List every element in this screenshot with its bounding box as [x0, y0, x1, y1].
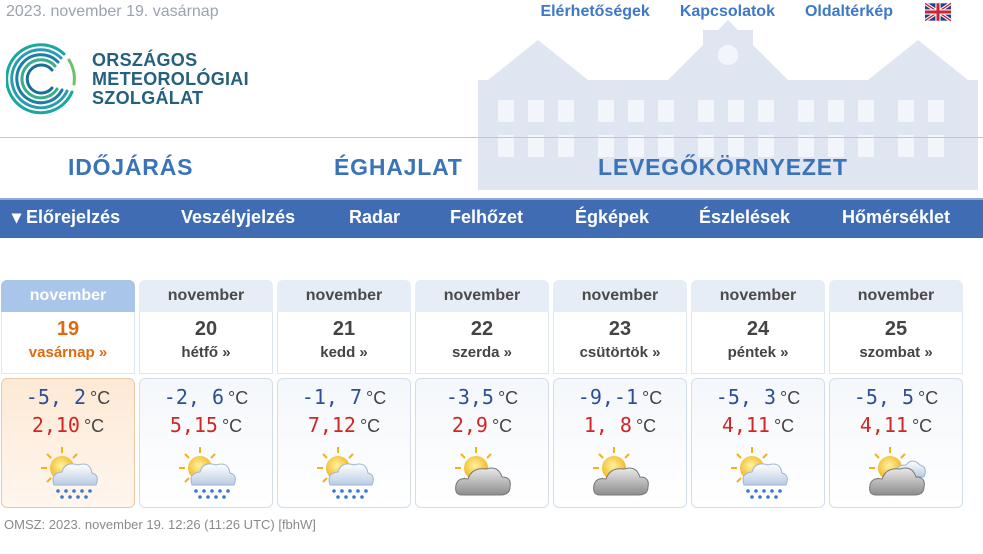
forecast-day: november 20 hétfő » -2, 6 °C 5,15 °C	[139, 280, 273, 508]
forecast-month[interactable]: november	[139, 280, 273, 312]
forecast-card[interactable]: -9,-1 °C 1, 8 °C	[553, 378, 687, 508]
forecast-day-number: 19	[56, 318, 80, 340]
forecast-day: november 19 vasárnap » -5, 2 °C 2,10 °C	[1, 280, 135, 508]
site-header: 2023. november 19. vasárnap Elérhetősége…	[0, 0, 983, 190]
forecast-weekday-link[interactable]: vasárnap »	[2, 344, 134, 361]
sun-cloud-rain-icon	[38, 445, 100, 501]
main-nav: IDŐJÁRÁS ÉGHAJLAT LEVEGŐKÖRNYEZET	[0, 150, 983, 190]
forecast-card[interactable]: -5, 3 °C 4,11 °C	[691, 378, 825, 508]
forecast-day: november 23 csütörtök » -9,-1 °C 1, 8 °C	[553, 280, 687, 508]
min-temp: -9,-1 °C	[577, 385, 663, 409]
current-date: 2023. november 19. vasárnap	[6, 3, 219, 20]
forecast-weekday-link[interactable]: szerda »	[416, 344, 548, 361]
forecast-weekday-link[interactable]: kedd »	[278, 344, 410, 361]
sun-cloud-icon	[452, 445, 514, 501]
english-flag-icon[interactable]	[925, 2, 951, 22]
min-temp: -3,5 °C	[445, 385, 519, 409]
max-temp: 5,15 °C	[169, 413, 243, 437]
relations-link[interactable]: Kapcsolatok	[680, 3, 775, 21]
sub-nav: ▾ Előrejelzés Veszélyjelzés Radar Felhőz…	[0, 198, 983, 238]
forecast-day-number: 24	[746, 318, 770, 340]
min-temp: -5, 3 °C	[715, 385, 801, 409]
nav-weather[interactable]: IDŐJÁRÁS	[68, 154, 193, 181]
forecast-date[interactable]: 24 péntek »	[691, 312, 825, 374]
forecast-day-number: 25	[884, 318, 908, 340]
sub-nav-warnings[interactable]: Veszélyjelzés	[181, 207, 295, 228]
top-links: Elérhetőségek Kapcsolatok Oldaltérkép	[510, 2, 983, 22]
min-temp: -5, 2 °C	[25, 385, 111, 409]
max-temp: 4,11 °C	[721, 413, 795, 437]
sub-nav-observations[interactable]: Észlelések	[699, 207, 790, 228]
max-temp: 1, 8 °C	[583, 413, 657, 437]
forecast-card[interactable]: -3,5 °C 2,9 °C	[415, 378, 549, 508]
forecast-date[interactable]: 22 szerda »	[415, 312, 549, 374]
forecast-month[interactable]: november	[829, 280, 963, 312]
contacts-link[interactable]: Elérhetőségek	[540, 3, 649, 21]
forecast-date[interactable]: 25 szombat »	[829, 312, 963, 374]
forecast-day: november 21 kedd » -1, 7 °C 7,12 °C	[277, 280, 411, 508]
max-temp: 7,12 °C	[307, 413, 381, 437]
logo-text: ORSZÁGOS METEOROLÓGIAI SZOLGÁLAT	[92, 49, 249, 108]
forecast-card[interactable]: -5, 5 °C 4,11 °C	[829, 378, 963, 508]
omsz-logo-icon	[6, 43, 76, 115]
sun-cloud-rain-icon	[314, 445, 376, 501]
issue-timestamp: OMSZ: 2023. november 19. 12:26 (11:26 UT…	[4, 517, 316, 532]
forecast-month[interactable]: november	[553, 280, 687, 312]
forecast-day: november 22 szerda » -3,5 °C 2,9 °C	[415, 280, 549, 508]
forecast-card[interactable]: -2, 6 °C 5,15 °C	[139, 378, 273, 508]
min-temp: -2, 6 °C	[163, 385, 249, 409]
forecast-day: november 24 péntek » -5, 3 °C 4,11 °C	[691, 280, 825, 508]
forecast-date[interactable]: 23 csütörtök »	[553, 312, 687, 374]
max-temp: 2,10 °C	[31, 413, 105, 437]
forecast-card[interactable]: -5, 2 °C 2,10 °C	[1, 378, 135, 508]
sun-cloud-rain-icon	[728, 445, 790, 501]
forecast-weekday-link[interactable]: csütörtök »	[554, 344, 686, 361]
sun-cloud-rain-icon	[176, 445, 238, 501]
header-divider	[0, 137, 983, 138]
forecast-day-number: 23	[608, 318, 632, 340]
forecast-month[interactable]: november	[415, 280, 549, 312]
nav-climate[interactable]: ÉGHAJLAT	[334, 154, 463, 181]
forecast-weekday-link[interactable]: szombat »	[830, 344, 962, 361]
forecast-weekday-link[interactable]: hétfő »	[140, 344, 272, 361]
min-temp: -1, 7 °C	[301, 385, 387, 409]
forecast-month[interactable]: november	[277, 280, 411, 312]
forecast-day-number: 21	[332, 318, 356, 340]
forecast-day-number: 22	[470, 318, 494, 340]
max-temp: 4,11 °C	[859, 413, 933, 437]
sub-nav-forecast[interactable]: ▾ Előrejelzés	[12, 207, 120, 228]
sun-cloud-icon	[590, 445, 652, 501]
forecast-day-number: 20	[194, 318, 218, 340]
max-temp: 2,9 °C	[451, 413, 513, 437]
min-temp: -5, 5 °C	[853, 385, 939, 409]
sitemap-link[interactable]: Oldaltérkép	[805, 3, 893, 21]
sub-nav-sky-images[interactable]: Égképek	[575, 207, 649, 228]
forecast-date[interactable]: 20 hétfő »	[139, 312, 273, 374]
sub-nav-temperature[interactable]: Hőmérséklet	[842, 207, 950, 228]
forecast-month[interactable]: november	[1, 280, 135, 312]
nav-air-quality[interactable]: LEVEGŐKÖRNYEZET	[598, 154, 848, 181]
forecast-card[interactable]: -1, 7 °C 7,12 °C	[277, 378, 411, 508]
forecast-date[interactable]: 21 kedd »	[277, 312, 411, 374]
forecast-date[interactable]: 19 vasárnap »	[1, 312, 135, 374]
sub-nav-radar[interactable]: Radar	[349, 207, 400, 228]
forecast-weekday-link[interactable]: péntek »	[692, 344, 824, 361]
forecast-month[interactable]: november	[691, 280, 825, 312]
forecast-day: november 25 szombat » -5, 5 °C 4,11 °C	[829, 280, 963, 508]
sub-nav-clouds[interactable]: Felhőzet	[450, 207, 523, 228]
sun-clouds-icon	[866, 445, 928, 501]
omsz-logo[interactable]: ORSZÁGOS METEOROLÓGIAI SZOLGÁLAT	[6, 36, 249, 122]
